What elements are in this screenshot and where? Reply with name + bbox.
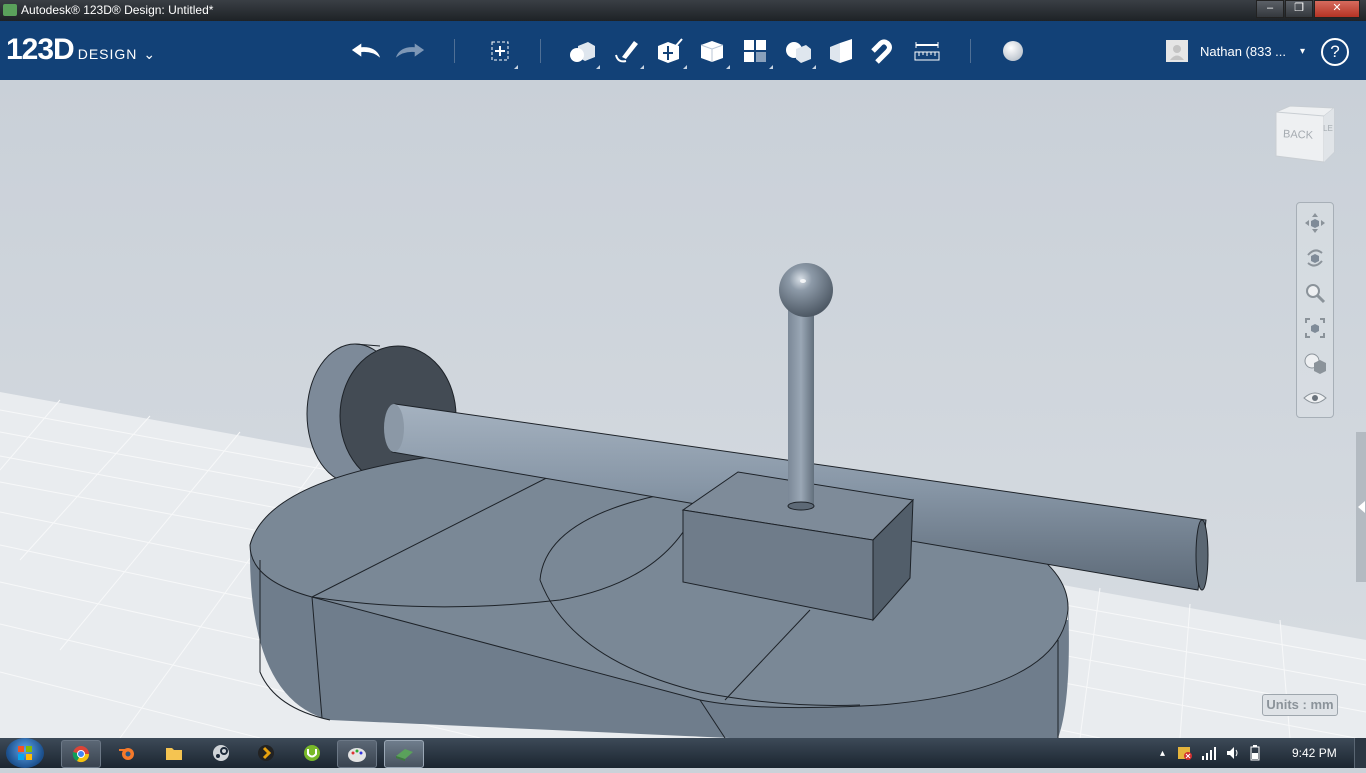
material-sphere-icon — [1003, 41, 1023, 61]
show-desktop-button[interactable] — [1354, 738, 1366, 768]
zoom-button[interactable] — [1303, 281, 1327, 305]
os-taskbar: ▴ 9:42 PM — [0, 738, 1366, 768]
toolbar-separator — [454, 39, 455, 63]
action-center-icon[interactable] — [1177, 745, 1193, 761]
taskbar-plex[interactable] — [247, 740, 285, 766]
construct-icon — [658, 38, 683, 63]
app-menu-button[interactable]: 123D DESIGN ⌄ — [6, 33, 155, 67]
chevron-down-icon: ⌄ — [143, 46, 156, 62]
primitives-button[interactable] — [566, 35, 600, 69]
view-cube[interactable]: BACK LE — [1270, 102, 1336, 164]
group-button[interactable] — [782, 35, 816, 69]
toolbar-separator — [540, 39, 541, 63]
logo-text: 123D — [6, 33, 75, 66]
3d-viewport[interactable] — [0, 80, 1366, 738]
chevron-left-icon[interactable] — [1358, 501, 1365, 513]
pan-icon — [1305, 213, 1325, 233]
undo-icon — [351, 43, 381, 58]
steam-icon — [213, 745, 229, 761]
system-tray: ▴ — [1160, 738, 1261, 768]
maximize-button[interactable]: ❐ — [1285, 0, 1313, 18]
avatar — [1166, 40, 1188, 62]
combine-icon — [830, 39, 852, 63]
plex-icon — [258, 745, 274, 761]
fit-icon — [1305, 318, 1325, 338]
modify-icon — [700, 41, 724, 62]
transform-button[interactable] — [484, 35, 518, 69]
group-icon — [786, 42, 811, 63]
transform-icon — [491, 41, 509, 61]
orbit-icon — [1307, 249, 1323, 267]
modify-button[interactable] — [696, 35, 730, 69]
taskbar-blender[interactable] — [108, 740, 146, 766]
taskbar-utorrent[interactable] — [293, 740, 331, 766]
minimize-button[interactable]: – — [1256, 0, 1284, 18]
taskbar-explorer[interactable] — [155, 740, 193, 766]
taskbar-steam[interactable] — [202, 740, 240, 766]
chrome-icon — [72, 746, 90, 763]
signal-icon[interactable] — [1201, 745, 1217, 761]
app-icon — [3, 4, 17, 16]
window-controls: – ❐ ✕ — [1255, 0, 1360, 18]
folder-icon — [166, 748, 182, 760]
redo-icon — [395, 43, 425, 58]
volume-icon[interactable] — [1225, 745, 1241, 761]
shading-icon — [1304, 353, 1326, 374]
snap-button[interactable] — [868, 35, 900, 67]
view-cube-face-label: BACK — [1282, 128, 1314, 142]
windows-logo-icon — [18, 746, 32, 760]
construct-button[interactable] — [653, 35, 687, 69]
units-button[interactable]: Units : mm — [1262, 694, 1338, 716]
chevron-down-icon: ▾ — [1300, 45, 1306, 57]
scene-canvas[interactable] — [0, 80, 1366, 738]
help-button[interactable]: ? — [1321, 38, 1349, 66]
start-button[interactable] — [6, 738, 44, 768]
window-title: Autodesk® 123D® Design: Untitled* — [21, 3, 214, 17]
pattern-icon — [744, 40, 766, 62]
navigation-bar — [1296, 202, 1334, 418]
zoom-icon — [1306, 284, 1326, 304]
tray-expand-icon[interactable]: ▴ — [1160, 748, 1165, 759]
sketch-icon — [615, 41, 638, 63]
toolbar-separator — [970, 39, 971, 63]
utorrent-icon — [304, 745, 320, 761]
measure-button[interactable] — [911, 35, 943, 67]
material-button[interactable] — [997, 35, 1029, 67]
visibility-button[interactable] — [1303, 386, 1327, 410]
app-toolbar: 123D DESIGN ⌄ Nathan (833 ... ▾ ? — [0, 21, 1366, 80]
user-menu[interactable]: Nathan (833 ... ▾ — [1166, 39, 1305, 63]
taskbar-123d-design[interactable] — [384, 740, 424, 768]
combine-button[interactable] — [825, 35, 857, 67]
taskbar-paint[interactable] — [337, 740, 377, 768]
sketch-button[interactable] — [610, 35, 644, 69]
clock[interactable]: 9:42 PM — [1292, 738, 1337, 768]
redo-button[interactable] — [394, 35, 426, 67]
taskbar-chrome[interactable] — [61, 740, 101, 768]
primitives-icon — [570, 42, 595, 62]
pan-button[interactable] — [1303, 211, 1327, 235]
display-mode-button[interactable] — [1303, 351, 1327, 375]
user-name: Nathan (833 ... — [1200, 43, 1286, 59]
view-cube-side-label: LE — [1323, 124, 1333, 133]
magnet-icon — [871, 39, 892, 64]
123d-app-icon — [396, 749, 413, 761]
window-title-bar: Autodesk® 123D® Design: Untitled* – ❐ ✕ — [0, 0, 1366, 21]
undo-button[interactable] — [350, 35, 382, 67]
pattern-button[interactable] — [739, 35, 773, 69]
user-icon — [1170, 45, 1184, 60]
close-button[interactable]: ✕ — [1314, 0, 1360, 18]
orbit-button[interactable] — [1303, 246, 1327, 270]
paint-icon — [348, 748, 366, 762]
eye-icon — [1303, 392, 1327, 404]
logo-word: DESIGN — [77, 46, 138, 62]
battery-icon[interactable] — [1249, 745, 1261, 761]
fit-view-button[interactable] — [1303, 316, 1327, 340]
measure-icon — [914, 42, 940, 61]
blender-icon — [119, 748, 134, 760]
